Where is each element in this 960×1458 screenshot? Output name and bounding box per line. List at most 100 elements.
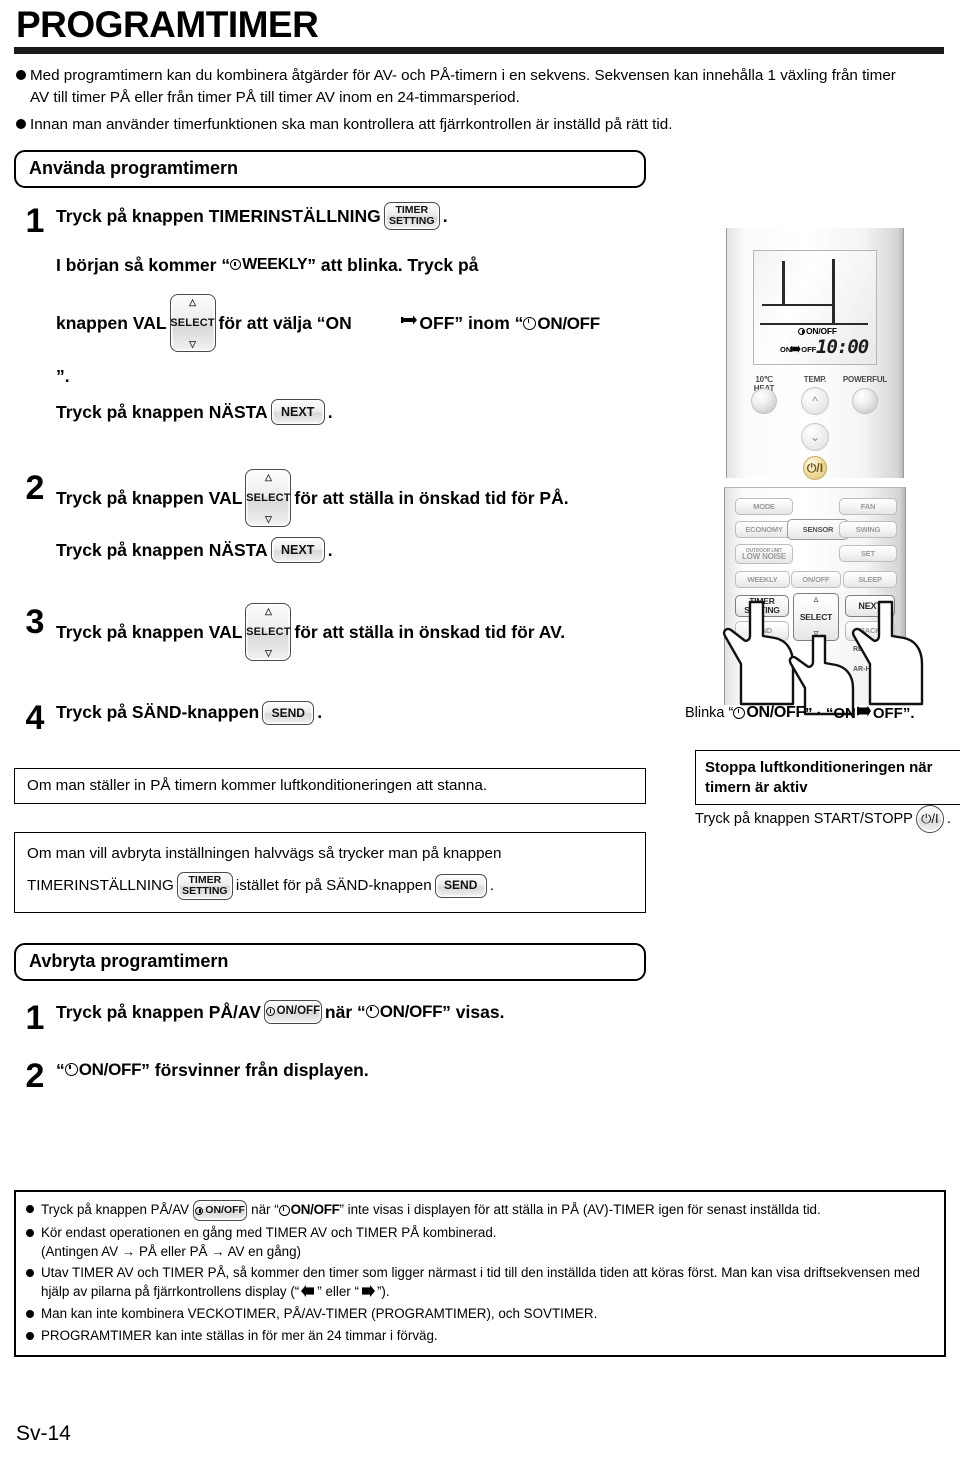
weekly-button[interactable]: WEEKLY: [735, 571, 790, 588]
step-text: .: [327, 401, 333, 422]
fan-button[interactable]: FAN: [839, 498, 897, 515]
note-box-cancel: Om man vill avbryta inställningen halvvä…: [14, 832, 646, 913]
step-text: för att ställa in önskad tid för PÅ.: [294, 488, 569, 509]
note-text: Tryck på knappen PÅ/AV: [41, 1202, 190, 1218]
send-button[interactable]: SEND: [262, 700, 315, 725]
swing-button[interactable]: SWING: [839, 521, 897, 538]
note-text: ”).: [376, 1283, 390, 1299]
step-number: 1: [25, 201, 45, 240]
set-button[interactable]: SET: [839, 545, 897, 562]
clock-icon: [365, 1005, 379, 1019]
note-box-stop: Om man ställer in PÅ timern kommer luftk…: [14, 768, 646, 805]
step-text: .: [317, 702, 323, 723]
remote-upper-body: ON/OFF ON OFF 10:00 10℃ HEAT TEMP. POWER…: [726, 228, 904, 480]
onoff-button[interactable]: ON/OFF: [263, 999, 322, 1024]
onoff-indicator-label: ON/OFF: [379, 1001, 443, 1021]
select-button[interactable]: △ SELECT ▽: [245, 603, 292, 662]
start-stop-caption: Tryck på knappen START/STOPP ⏻/I .: [695, 805, 960, 833]
page-title: PROGRAMTIMER: [16, 4, 319, 45]
on-off-arrow-icon: [856, 705, 872, 721]
blinka-text: OFF”.: [872, 704, 915, 722]
lcd-mode-indicator: ON OFF: [780, 345, 817, 354]
note-cancel-text: TIMERINSTÄLLNING: [27, 876, 174, 894]
note-item: Man kan inte kombinera VECKOTIMER, PÅ/AV…: [26, 1305, 934, 1324]
start-stop-text: .: [946, 811, 951, 827]
send-button[interactable]: SEND: [434, 873, 487, 898]
step-text: ” visas.: [442, 1001, 505, 1022]
note-text: Kör endast operationen en gång med TIMER…: [41, 1225, 497, 1259]
intro-list: Med programtimern kan du kombinera åtgär…: [16, 65, 946, 136]
stop-box-line1: Stoppa luftkonditioneringen när: [705, 759, 933, 776]
note-text: ” inte visas i displayen för att ställa …: [339, 1202, 821, 1218]
onoff-timer-button[interactable]: ON/OFF: [791, 571, 841, 588]
clock-icon: [230, 259, 242, 271]
section-heading-cancel: Avbryta programtimern: [14, 942, 646, 981]
cancel-step-1: 1 Tryck på knappen PÅ/AV ON/OFF när “ ON…: [14, 999, 946, 1035]
select-button-label: SELECT: [246, 626, 291, 639]
heat-button[interactable]: [751, 388, 777, 414]
step-number: 3: [25, 603, 45, 642]
note-item: Utav TIMER AV och TIMER PÅ, så kommer de…: [26, 1264, 934, 1302]
step-text: “: [56, 1059, 65, 1080]
title-divider: [14, 47, 944, 54]
stop-box-line2: timern är aktiv: [705, 778, 808, 796]
start-stop-text: Tryck på knappen START/STOPP: [695, 811, 913, 827]
step-text: OFF” inom “: [419, 313, 524, 334]
note-text: Man kan inte kombinera VECKOTIMER, PÅ/AV…: [41, 1306, 598, 1321]
power-button[interactable]: ⏻/I: [915, 805, 944, 833]
note-cancel-text: istället för på SÄND-knappen: [235, 876, 432, 894]
remote-lcd-display: ON/OFF ON OFF 10:00: [753, 250, 877, 365]
intro-item: Innan man använder timerfunktionen ska m…: [16, 114, 946, 136]
select-button[interactable]: △ SELECT ▽: [169, 294, 216, 353]
mode-button[interactable]: MODE: [735, 498, 793, 515]
step-text: .: [327, 540, 333, 561]
note-item: Tryck på knappen PÅ/AV ON/OFF när “ ON/O…: [26, 1200, 934, 1221]
step-text: I början så kommer “: [56, 254, 231, 275]
step-text: Tryck på knappen NÄSTA: [56, 401, 268, 422]
economy-button[interactable]: ECONOMY: [735, 521, 793, 538]
low-noise-button[interactable]: OUTDOOR UNIT LOW NOISE: [735, 544, 793, 564]
timer-setting-button[interactable]: TIMER SETTING: [176, 871, 233, 900]
section-heading-label: Avbryta programtimern: [29, 951, 229, 972]
lcd-onoff-indicator: ON/OFF: [798, 326, 837, 336]
onoff-indicator-label: ON/OFF: [78, 1059, 142, 1079]
clock-icon: [278, 1205, 290, 1216]
chevron-up-icon: △: [264, 606, 272, 617]
note-text: när “: [251, 1202, 279, 1218]
next-button[interactable]: NEXT: [270, 537, 325, 564]
lcd-segment: [782, 261, 785, 305]
note-text: Utav TIMER AV och TIMER PÅ, så kommer de…: [41, 1265, 920, 1299]
step-number: 4: [25, 699, 45, 738]
bullet-dot-icon: [16, 119, 26, 130]
step-number: 2: [25, 469, 45, 508]
sleep-button[interactable]: SLEEP: [843, 571, 897, 588]
blinka-caption: Blinka “ ON/OFF ” · “ON OFF”.: [685, 704, 960, 722]
step-number: 2: [25, 1056, 45, 1095]
clock-icon: [733, 707, 746, 719]
step-text: Tryck på knappen VAL: [56, 622, 243, 643]
onoff-button[interactable]: ON/OFF: [193, 1200, 248, 1221]
intro-text: Med programtimern kan du kombinera åtgär…: [30, 67, 896, 106]
temp-down-button[interactable]: ⌄: [801, 423, 829, 451]
blinka-text: ” · “ON: [805, 704, 856, 722]
clock-icon: [798, 327, 805, 335]
select-button-label: SELECT: [246, 491, 291, 504]
arrow-left-icon: [300, 1284, 316, 1303]
clock-icon: [523, 316, 537, 330]
timer-setting-button[interactable]: TIMER SETTING: [383, 201, 440, 230]
note-cancel-line2: TIMERINSTÄLLNING TIMER SETTING istället …: [27, 871, 633, 900]
step-text: Tryck på knappen TIMERINSTÄLLNING: [56, 205, 381, 226]
step-text: knappen VAL: [56, 313, 167, 334]
power-button[interactable]: ⏻/I: [803, 456, 827, 480]
next-button[interactable]: NEXT: [270, 399, 325, 426]
chevron-down-icon: ▽: [264, 514, 272, 525]
step-line: “ ON/OFF ” försvinner från displayen.: [56, 1057, 946, 1083]
step-text: Tryck på knappen PÅ/AV: [56, 1001, 261, 1022]
select-button[interactable]: △ SELECT ▽: [245, 469, 292, 528]
step-number: 1: [25, 998, 45, 1037]
powerful-button[interactable]: [852, 388, 878, 414]
note-item: Kör endast operationen en gång med TIMER…: [26, 1224, 934, 1261]
remote-lower-body: MODE FAN ECONOMY SENSOR SWING OUTDOOR UN…: [722, 487, 924, 716]
clock-icon: [64, 1063, 78, 1077]
temp-up-button[interactable]: ^: [801, 387, 829, 415]
